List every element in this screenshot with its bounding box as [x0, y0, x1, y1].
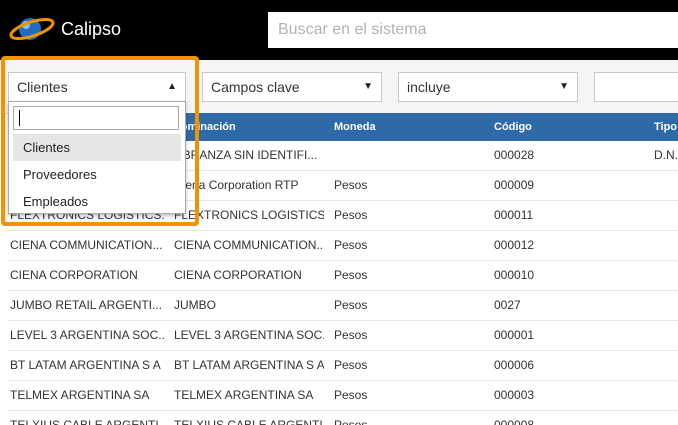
table-row[interactable]: JUMBO RETAIL ARGENTI... JUMBO Pesos 0027 — [8, 291, 678, 321]
cell-codigo: 000012 — [494, 238, 535, 252]
cell-denominacion: BT LATAM ARGENTINA S A — [174, 358, 324, 372]
cell-denominacion: TELXIUS CABLE ARGENTI... — [174, 418, 324, 425]
top-bar: Calipso — [0, 0, 678, 60]
cell-codigo: 0027 — [494, 298, 521, 312]
cell-denominacion: Ciena Corporation RTP — [174, 178, 299, 192]
cell-name: BT LATAM ARGENTINA S A — [10, 358, 161, 372]
operator-select[interactable]: incluye ▼ — [398, 72, 578, 102]
cell-codigo: 000011 — [494, 208, 534, 222]
column-header-tipo[interactable]: Tipo d — [654, 113, 678, 141]
dropdown-option-empleados[interactable]: Empleados — [13, 188, 181, 215]
cell-denominacion: JUMBO — [174, 298, 216, 312]
table-row[interactable]: LEVEL 3 ARGENTINA SOC... LEVEL 3 ARGENTI… — [8, 321, 678, 351]
cell-moneda: Pesos — [334, 358, 368, 372]
cell-denominacion: CIENA CORPORATION — [174, 268, 302, 282]
column-header-codigo[interactable]: Código — [494, 113, 614, 141]
dropdown-option-clientes[interactable]: Clientes — [13, 134, 181, 161]
cell-moneda: Pesos — [334, 178, 368, 192]
column-header-moneda[interactable]: Moneda — [334, 113, 454, 141]
table-row[interactable]: CIENA COMMUNICATION... CIENA COMMUNICATI… — [8, 231, 678, 261]
cell-denominacion: LEVEL 3 ARGENTINA SOC... — [174, 328, 324, 342]
cell-moneda: Pesos — [334, 298, 368, 312]
cell-moneda: Pesos — [334, 388, 368, 402]
triangle-down-icon: ▼ — [363, 81, 373, 92]
table-row[interactable]: BT LATAM ARGENTINA S A BT LATAM ARGENTIN… — [8, 351, 678, 381]
cell-name: CIENA CORPORATION — [10, 268, 138, 282]
cell-codigo: 000003 — [494, 388, 535, 402]
column-header-denominacion[interactable]: nominación — [174, 113, 324, 141]
value-input[interactable] — [594, 72, 678, 102]
triangle-down-icon: ▼ — [559, 81, 569, 92]
search-input[interactable] — [268, 12, 678, 48]
table-row[interactable]: TELXIUS CABLE ARGENTI... TELXIUS CABLE A… — [8, 411, 678, 425]
cell-denominacion: CIENA COMMUNICATION... — [174, 238, 324, 252]
cell-codigo: 000028 — [494, 148, 535, 162]
field-select-value: Campos clave — [211, 79, 300, 95]
cell-name: JUMBO RETAIL ARGENTI... — [10, 298, 163, 312]
app-title: Calipso — [61, 19, 122, 39]
cell-tipo: D.N.I — [654, 148, 678, 162]
table-row[interactable]: TELMEX ARGENTINA SA TELMEX ARGENTINA SA … — [8, 381, 678, 411]
cell-codigo: 000006 — [494, 358, 535, 372]
cell-moneda: Pesos — [334, 208, 368, 222]
cell-codigo: 000008 — [494, 418, 535, 425]
cell-name: TELXIUS CABLE ARGENTI... — [10, 418, 164, 425]
dropdown-option-proveedores[interactable]: Proveedores — [13, 161, 181, 188]
operator-select-value: incluye — [407, 79, 451, 95]
cell-name: TELMEX ARGENTINA SA — [10, 388, 150, 402]
table-row[interactable]: CIENA CORPORATION CIENA CORPORATION Peso… — [8, 261, 678, 291]
logo-icon — [9, 17, 55, 41]
text-caret — [19, 110, 20, 126]
entity-dropdown-menu: Clientes Proveedores Empleados — [8, 101, 186, 214]
cell-codigo: 000009 — [494, 178, 535, 192]
cell-denominacion: TELMEX ARGENTINA SA — [174, 388, 314, 402]
cell-name: CIENA COMMUNICATION... — [10, 238, 163, 252]
cell-denominacion: DBRANZA SIN IDENTIFI... — [174, 148, 318, 162]
cell-moneda: Pesos — [334, 328, 368, 342]
entity-select-value: Clientes — [17, 79, 68, 95]
cell-moneda: Pesos — [334, 238, 368, 252]
field-select[interactable]: Campos clave ▼ — [202, 72, 382, 102]
cell-moneda: Pesos — [334, 268, 368, 282]
cell-codigo: 000001 — [494, 328, 535, 342]
cell-name: LEVEL 3 ARGENTINA SOC... — [10, 328, 164, 342]
cell-codigo: 000010 — [494, 268, 535, 282]
dropdown-search-input[interactable] — [13, 106, 179, 130]
cell-moneda: Pesos — [334, 418, 368, 425]
cell-denominacion: FLEXTRONICS LOGISTICS... — [174, 208, 324, 222]
triangle-up-icon: ▲ — [167, 81, 177, 92]
entity-select[interactable]: Clientes ▲ — [8, 72, 186, 102]
